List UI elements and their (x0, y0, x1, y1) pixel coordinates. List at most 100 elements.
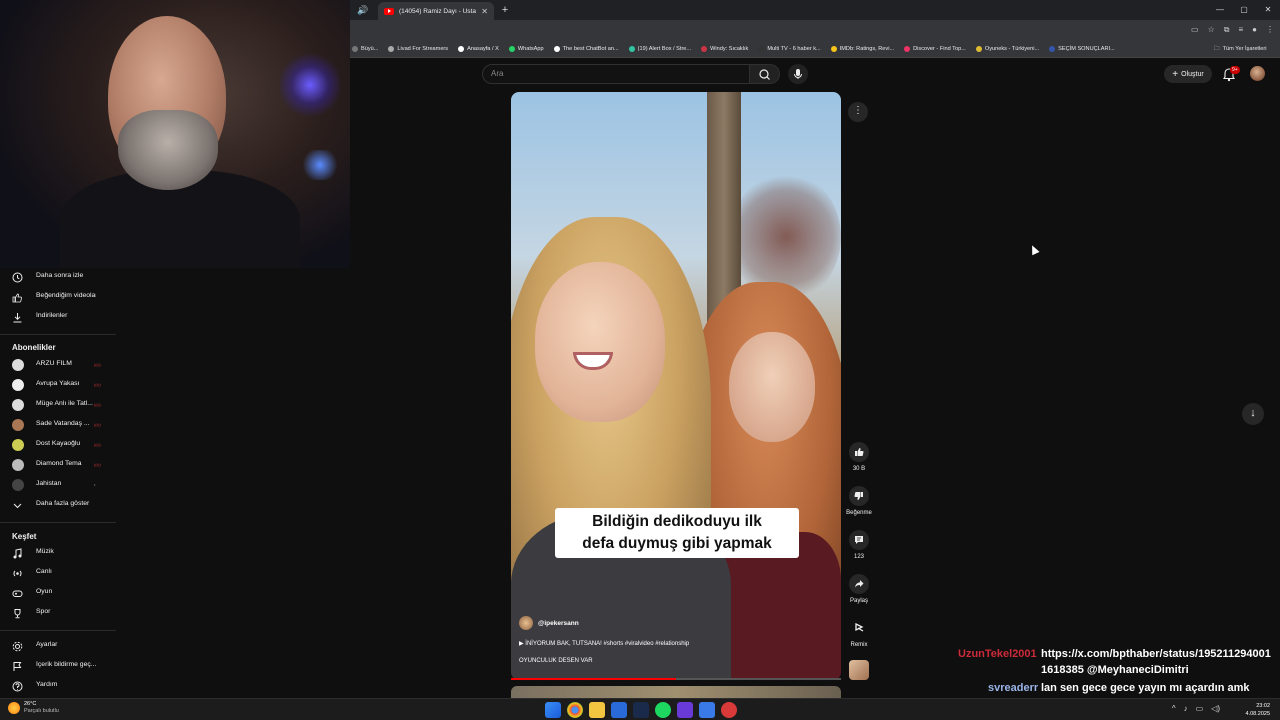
sound-thumbnail[interactable] (849, 660, 869, 680)
create-button[interactable]: + Oluştur (1164, 65, 1212, 83)
steam-icon[interactable] (633, 702, 649, 718)
dislike-button[interactable]: Beğenme (846, 486, 872, 516)
bookmark-item[interactable]: IMDb: Ratings, Revi... (830, 45, 894, 52)
tab-title: (14054) Ramiz Dayı - Usta Lütfi (399, 7, 476, 15)
chevron-up-icon[interactable]: ^ (1172, 704, 1176, 713)
spotify-icon[interactable] (655, 702, 671, 718)
subscription-item[interactable]: Dost Kayaoğlu ((•)) (0, 436, 116, 454)
maximize-button[interactable]: ▢ (1232, 0, 1256, 20)
sidebar-item[interactable]: Canlı (0, 564, 116, 582)
subscription-item[interactable]: Jahistan • (0, 476, 116, 494)
twitch-icon[interactable] (677, 702, 693, 718)
cast-icon[interactable]: ▭ (1191, 23, 1199, 37)
network-icon[interactable]: ▭ (1196, 704, 1204, 713)
channel-name[interactable]: @ipekersann (538, 620, 579, 627)
subscription-item[interactable]: Avrupa Yakası ((•)) (0, 376, 116, 394)
extensions-icon[interactable]: ⧉ (1224, 23, 1230, 37)
subscription-item[interactable]: Sade Vatandaş ... ((•)) (0, 416, 116, 434)
speaker-icon[interactable]: 🔊 (350, 0, 376, 20)
live-indicator-icon: ((•)) (94, 422, 101, 427)
comments-button[interactable]: 123 (846, 530, 872, 560)
video-progress-bar[interactable] (511, 678, 841, 680)
tab-close-icon[interactable]: ✕ (481, 7, 488, 16)
time: 23:02 (1256, 703, 1270, 709)
like-button[interactable]: 30 B (846, 442, 872, 472)
sidebar-item[interactable]: Ayarlar (0, 637, 116, 655)
new-tab-button[interactable]: + (498, 0, 512, 20)
clock-icon (12, 272, 23, 283)
sidebar-item[interactable]: İndirilenler (0, 308, 116, 326)
bookmark-item[interactable]: (19) Alert Box / Stre... (628, 45, 691, 52)
vertical-dots-icon: ⋮ (853, 105, 863, 116)
video-channel[interactable]: @ipekersann (519, 616, 579, 630)
bookmark-item[interactable]: SEÇİM SONUÇLARI... (1049, 45, 1115, 52)
sidebar-item[interactable]: Daha sonra izle (0, 268, 116, 286)
search-input[interactable]: Ara (482, 64, 750, 84)
all-bookmarks-button[interactable]: 🗀 Tüm Yer İşaretleri (1214, 40, 1272, 58)
live-indicator-icon: ((•)) (94, 442, 101, 447)
like-count: 30 B (852, 466, 866, 472)
chat-message-1: UzunTekel2001 (958, 646, 1037, 662)
sidebar-item[interactable]: Müzik (0, 544, 116, 562)
partly-cloudy-icon (8, 702, 20, 714)
sidebar-item[interactable]: Yardım (0, 677, 116, 695)
gear-icon (12, 641, 23, 652)
bookmark-item[interactable]: Discover - Find Top... (904, 45, 966, 52)
bookmark-item[interactable]: The best ChatBot an... (553, 45, 619, 52)
notification-badge: 9+ (1230, 66, 1240, 74)
next-short-button[interactable]: ↓ (1242, 403, 1264, 425)
subscription-item[interactable]: Müge Anlı ile Tatl... ((•)) (0, 396, 116, 414)
sidebar-item[interactable]: Oyun (0, 584, 116, 602)
channel-avatar[interactable] (519, 616, 533, 630)
share-button[interactable]: Paylaş (846, 574, 872, 604)
bookmark-item[interactable]: Livad For Streamers (388, 45, 448, 52)
shorts-video-player[interactable] (511, 92, 841, 680)
close-window-button[interactable]: ✕ (1256, 0, 1280, 20)
next-video-preview[interactable] (511, 686, 841, 698)
clock[interactable]: 23:02 4.08.2025 (1246, 702, 1270, 718)
app-icon[interactable] (699, 702, 715, 718)
voice-search-button[interactable] (788, 64, 808, 84)
chrome-icon[interactable] (567, 702, 583, 718)
profile-icon[interactable]: ● (1252, 23, 1257, 37)
star-icon[interactable]: ☆ (1208, 23, 1215, 37)
search-button[interactable] (750, 64, 780, 84)
bookmark-item[interactable]: Anasayfa / X (458, 45, 499, 52)
media-icon[interactable]: ≡ (1238, 23, 1243, 37)
remix-button[interactable]: Remix (846, 618, 872, 648)
volume-icon[interactable]: ◁) (1211, 704, 1220, 713)
bookmark-item[interactable]: Büyü... (352, 45, 378, 52)
chat-message-text-cont: 1618385 @MeyhaneciDimitri (1041, 664, 1189, 676)
bookmark-item[interactable]: Windy: Sıcaklık (701, 45, 748, 52)
channel-avatar (12, 459, 24, 471)
obs-icon[interactable] (721, 702, 737, 718)
bookmark-favicon-icon (830, 45, 837, 52)
bookmark-favicon-icon (458, 45, 465, 52)
more-options-button[interactable]: ⋮ (848, 102, 868, 122)
browser-tab-bar: 🔊 (14054) Ramiz Dayı - Usta Lütfi ✕ + — … (350, 0, 1280, 20)
browser-tab-active[interactable]: (14054) Ramiz Dayı - Usta Lütfi ✕ (378, 2, 494, 20)
bookmark-item[interactable]: WhatsApp (508, 45, 544, 52)
start-button[interactable] (545, 702, 561, 718)
file-explorer-icon[interactable] (589, 702, 605, 718)
channel-avatar (12, 419, 24, 431)
minimize-button[interactable]: — (1208, 0, 1232, 20)
bookmark-favicon-icon (1049, 45, 1056, 52)
sidebar-item[interactable]: Beğendiğim videolar (0, 288, 116, 306)
streaming-app-icon[interactable] (611, 702, 627, 718)
sidebar-item[interactable]: Spor (0, 604, 116, 622)
subscription-item[interactable]: ARZU FİLM ((•)) (0, 356, 116, 374)
bookmark-item[interactable]: Multi TV - 6 haber k... (758, 45, 821, 52)
show-more-button[interactable]: Daha fazla göster (0, 496, 116, 514)
bookmark-item[interactable]: Oyuneks - Türkiyeni... (975, 45, 1039, 52)
video-description[interactable]: ▶ İNİYORUM BAK, TUTSANA! #shorts #viralv… (519, 640, 689, 647)
microphone-tray-icon[interactable]: ♪ (1184, 704, 1188, 713)
subscription-item[interactable]: Diamond Tema ((•)) (0, 456, 116, 474)
user-avatar[interactable] (1250, 66, 1265, 81)
bookmark-favicon-icon (388, 45, 395, 52)
menu-icon[interactable]: ⋮ (1266, 23, 1274, 37)
bookmarks-bar: Büyü... Livad For Streamers Anasayfa / X Wh… (350, 40, 1280, 58)
plus-icon: + (1172, 68, 1179, 80)
weather-widget[interactable]: 26°C Parçalı bulutlu (8, 701, 59, 715)
sidebar-item[interactable]: İçerik bildirme geç... (0, 657, 116, 675)
